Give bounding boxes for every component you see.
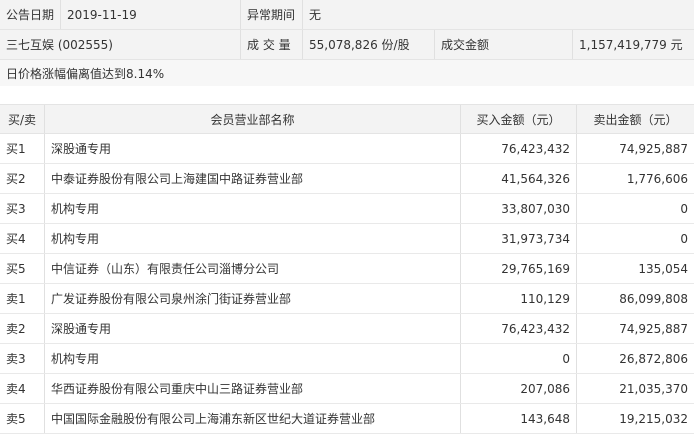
row-side: 卖5 (6, 412, 26, 426)
table-row: 买5 中信证券（山东）有限责任公司淄博分公司 29,765,169 135,054 (0, 254, 694, 284)
date-value: 2019-11-19 (60, 0, 240, 29)
header-sell: 卖出金额（元） (576, 105, 694, 133)
deviation-note: 日价格涨幅偏离值达到8.14% (6, 66, 165, 81)
amount-label: 成交金额 (434, 30, 572, 59)
row-side: 卖1 (6, 292, 26, 306)
row-buy-amount: 31,973,734 (460, 224, 576, 253)
table-row: 卖2 深股通专用 76,423,432 74,925,887 (0, 314, 694, 344)
row-sell-amount: 0 (576, 194, 694, 223)
row-buy-amount: 143,648 (460, 404, 576, 433)
row-broker: 机构专用 (44, 344, 460, 373)
date-label: 公告日期 (0, 0, 60, 29)
row-buy-amount: 207,086 (460, 374, 576, 403)
row-broker: 中国国际金融股份有限公司上海浦东新区世纪大道证券营业部 (44, 404, 460, 433)
row-buy-amount: 76,423,432 (460, 314, 576, 343)
row-side: 卖4 (6, 382, 26, 396)
table-row: 卖3 机构专用 0 26,872,806 (0, 344, 694, 374)
row-sell-amount: 19,215,032 (576, 404, 694, 433)
volume-value: 55,078,826 份/股 (302, 30, 434, 59)
row-sell-amount: 0 (576, 224, 694, 253)
header-broker: 会员营业部名称 (44, 105, 460, 133)
row-buy-amount: 41,564,326 (460, 164, 576, 193)
table-row: 卖1 广发证券股份有限公司泉州涂门街证券营业部 110,129 86,099,808 (0, 284, 694, 314)
row-sell-amount: 1,776,606 (576, 164, 694, 193)
row-broker: 广发证券股份有限公司泉州涂门街证券营业部 (44, 284, 460, 313)
volume-label: 成 交 量 (240, 30, 302, 59)
amount-value: 1,157,419,779 元 (572, 30, 694, 59)
row-sell-amount: 74,925,887 (576, 134, 694, 163)
row-sell-amount: 21,035,370 (576, 374, 694, 403)
row-buy-amount: 110,129 (460, 284, 576, 313)
table-row: 买2 中泰证券股份有限公司上海建国中路证券营业部 41,564,326 1,776,6… (0, 164, 694, 194)
row-buy-amount: 33,807,030 (460, 194, 576, 223)
row-side: 买1 (6, 142, 26, 156)
row-side: 买3 (6, 202, 26, 216)
row-side: 买5 (6, 262, 26, 276)
row-buy-amount: 76,423,432 (460, 134, 576, 163)
table-row: 卖4 华西证券股份有限公司重庆中山三路证券营业部 207,086 21,035,370 (0, 374, 694, 404)
deviation-note-row: 日价格涨幅偏离值达到8.14% (0, 60, 694, 86)
row-sell-amount: 135,054 (576, 254, 694, 283)
header-buy: 买入金额（元） (460, 105, 576, 133)
row-broker: 机构专用 (44, 194, 460, 223)
table-row: 买3 机构专用 33,807,030 0 (0, 194, 694, 224)
table-row: 卖5 中国国际金融股份有限公司上海浦东新区世纪大道证券营业部 143,648 19,2… (0, 404, 694, 434)
row-broker: 中泰证券股份有限公司上海建国中路证券营业部 (44, 164, 460, 193)
row-sell-amount: 86,099,808 (576, 284, 694, 313)
row-broker: 机构专用 (44, 224, 460, 253)
table-header: 买/卖 会员营业部名称 买入金额（元） 卖出金额（元） (0, 104, 694, 134)
table-row: 买4 机构专用 31,973,734 0 (0, 224, 694, 254)
stock-detail-panel: 公告日期 2019-11-19 异常期间 无 三七互娱 (002555) 成 交… (0, 0, 694, 434)
row-side: 卖3 (6, 352, 26, 366)
period-label: 异常期间 (240, 0, 302, 29)
row-sell-amount: 26,872,806 (576, 344, 694, 373)
header-side: 买/卖 (7, 112, 37, 127)
stock-name: 三七互娱 (002555) (6, 38, 113, 52)
row-side: 卖2 (6, 322, 26, 336)
table-row: 买1 深股通专用 76,423,432 74,925,887 (0, 134, 694, 164)
row-side: 买4 (6, 232, 26, 246)
row-broker: 华西证券股份有限公司重庆中山三路证券营业部 (44, 374, 460, 403)
row-broker: 中信证券（山东）有限责任公司淄博分公司 (44, 254, 460, 283)
row-buy-amount: 29,765,169 (460, 254, 576, 283)
row-broker: 深股通专用 (44, 314, 460, 343)
row-broker: 深股通专用 (44, 134, 460, 163)
info-row-stock: 三七互娱 (002555) 成 交 量 55,078,826 份/股 成交金额 … (0, 30, 694, 60)
period-value: 无 (302, 0, 694, 29)
row-buy-amount: 0 (460, 344, 576, 373)
row-sell-amount: 74,925,887 (576, 314, 694, 343)
info-row-date: 公告日期 2019-11-19 异常期间 无 (0, 0, 694, 30)
row-side: 买2 (6, 172, 26, 186)
